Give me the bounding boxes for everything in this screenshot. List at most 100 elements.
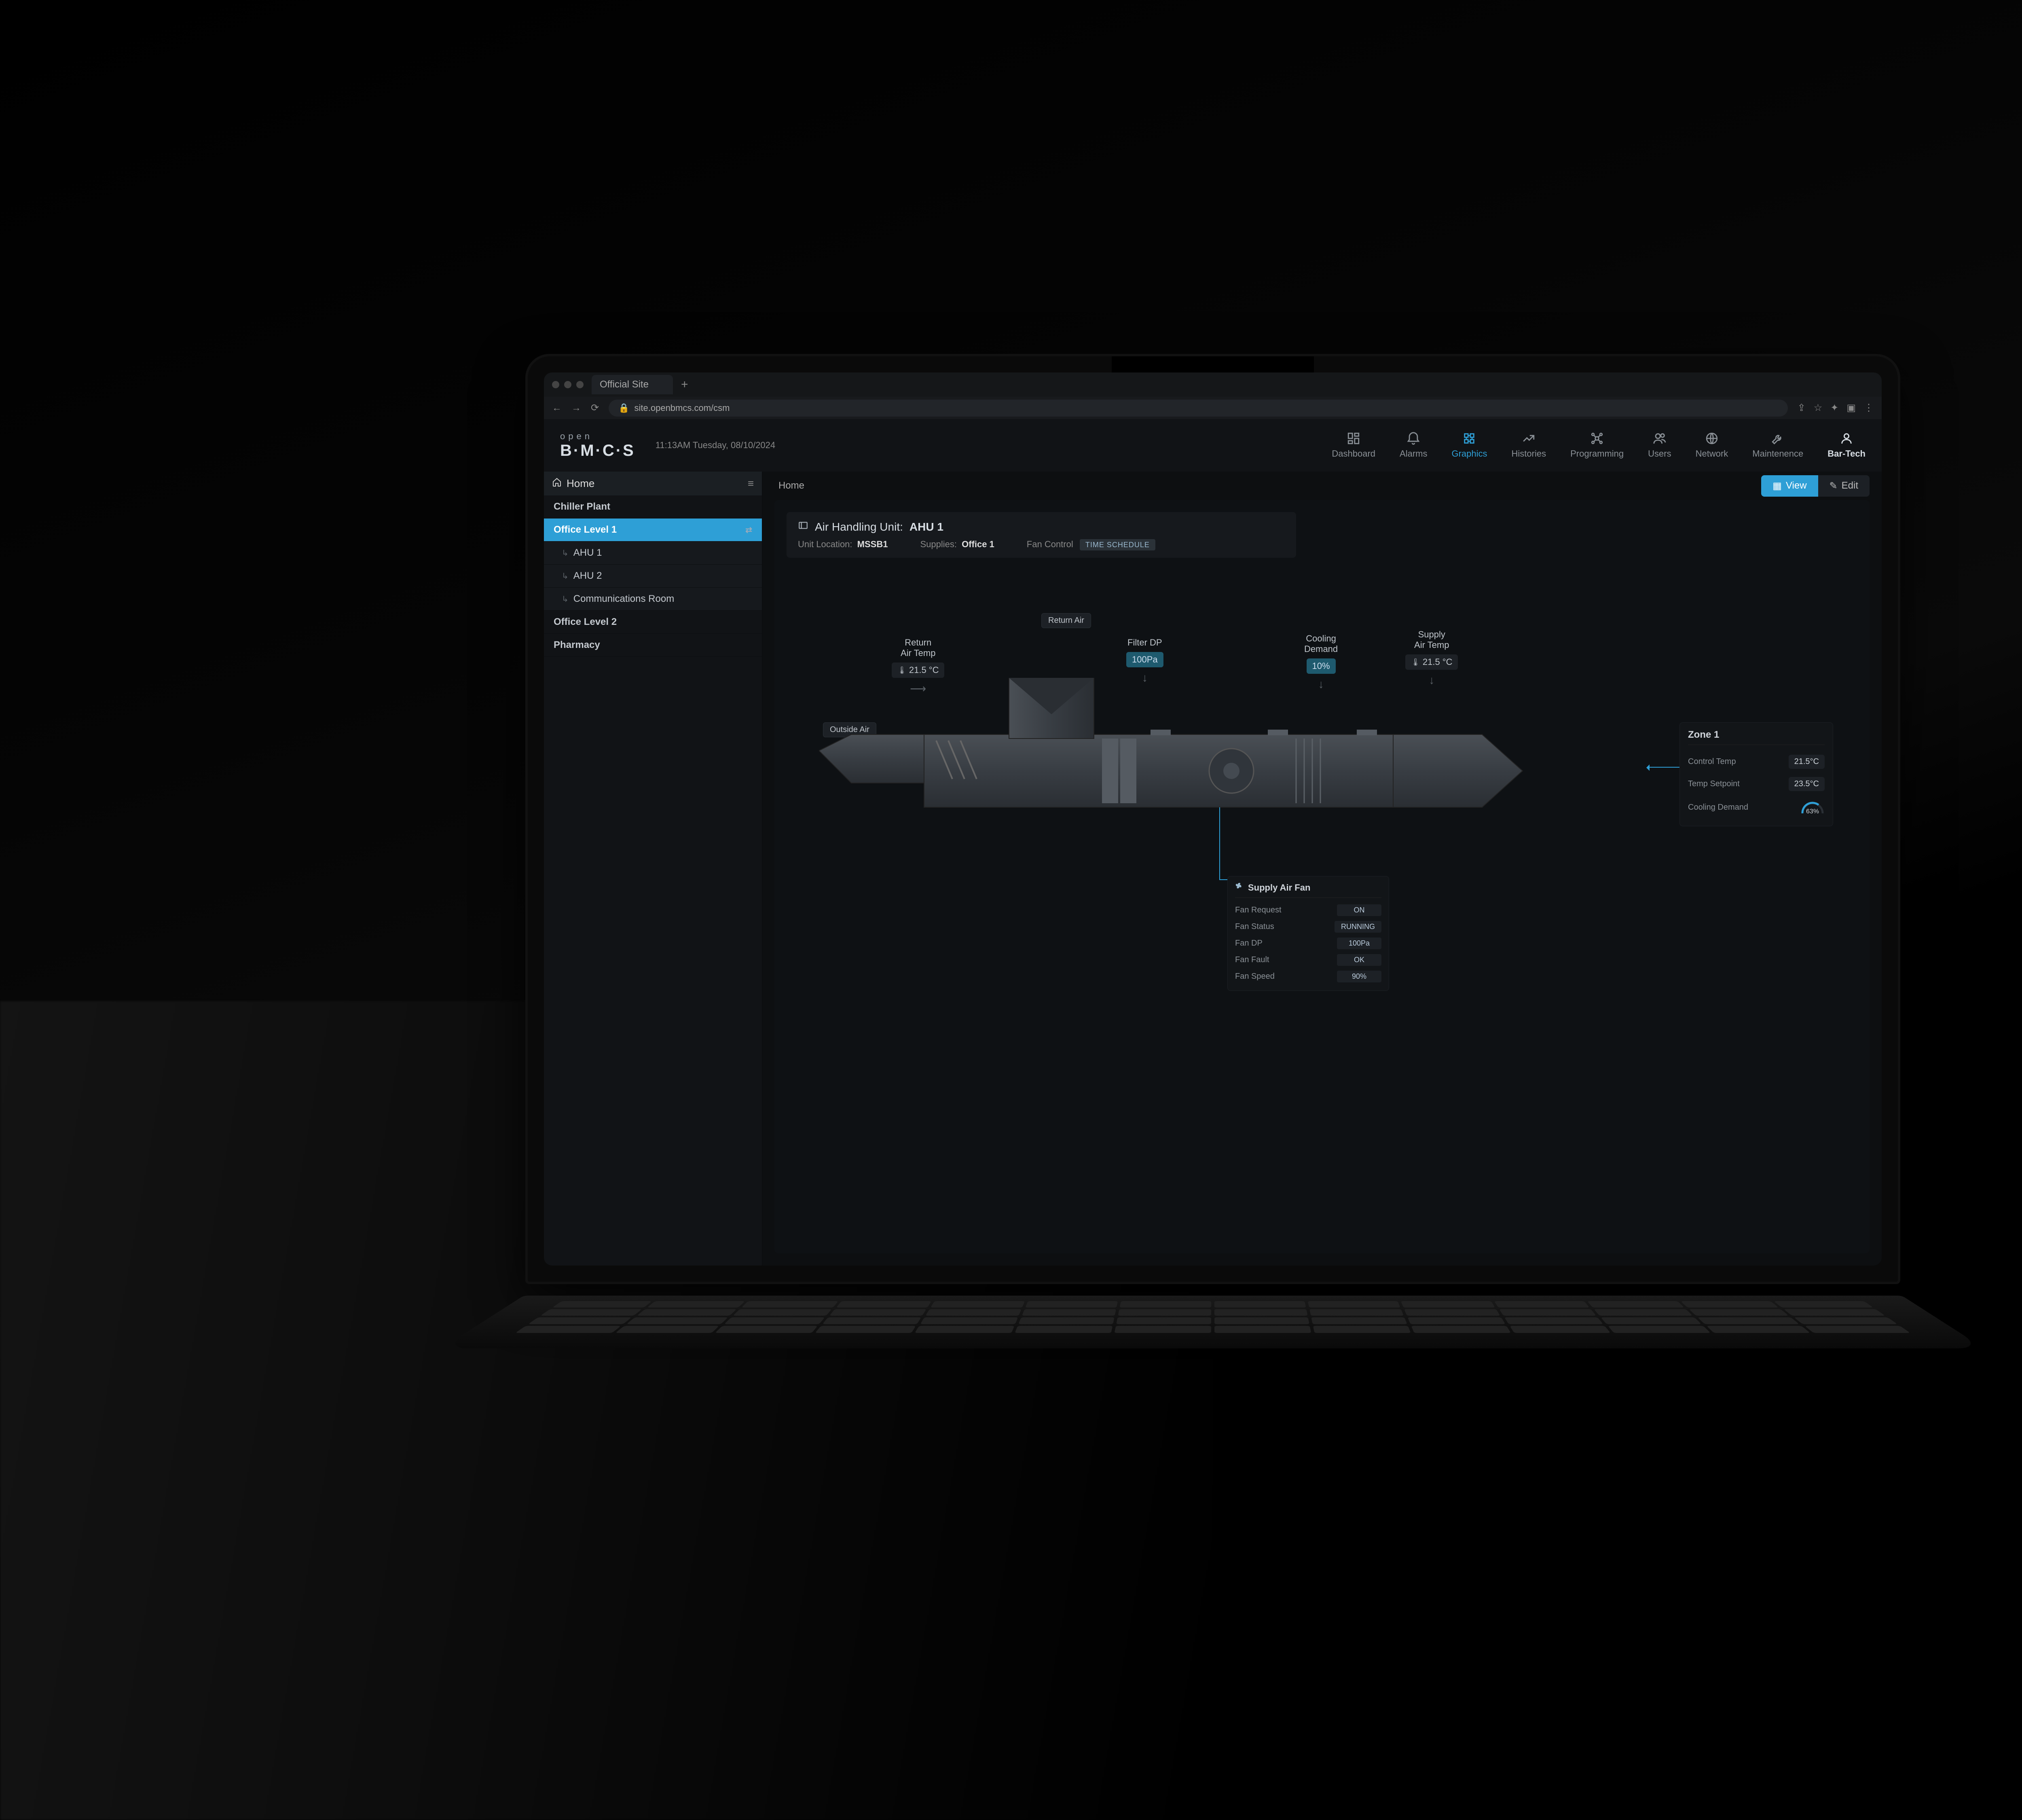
fan-icon bbox=[1235, 882, 1244, 893]
zone-demand-label: Cooling Demand bbox=[1688, 803, 1748, 812]
sidebar-item-ahu-2[interactable]: ↳AHU 2 bbox=[544, 565, 762, 588]
zone-value[interactable]: 21.5°C bbox=[1789, 755, 1825, 769]
fan-row-fan-fault: Fan FaultOK bbox=[1235, 952, 1381, 968]
cooling-demand-value[interactable]: 10% bbox=[1307, 658, 1336, 674]
unit-supplies-value: Office 1 bbox=[962, 539, 994, 549]
url-text: site.openbmcs.com/csm bbox=[635, 403, 730, 413]
fan-value[interactable]: ON bbox=[1337, 904, 1381, 916]
return-air-tag: Return Air bbox=[1041, 613, 1091, 628]
browser-toolbar: ← → ⟳ 🔒 site.openbmcs.com/csm ⇪ ☆ ✦ ▣ ⋮ bbox=[544, 397, 1882, 419]
extensions-icon[interactable]: ✦ bbox=[1830, 402, 1838, 414]
timestamp: 11:13AM Tuesday, 08/10/2024 bbox=[656, 440, 775, 451]
mode-toggle: ▦ View ✎ Edit bbox=[1761, 475, 1870, 497]
laptop-base bbox=[442, 1295, 1984, 1348]
zone-title: Zone 1 bbox=[1688, 729, 1825, 745]
grid-icon: ▦ bbox=[1772, 480, 1782, 492]
fan-row-fan-status: Fan StatusRUNNING bbox=[1235, 918, 1381, 935]
nav-network[interactable]: Network bbox=[1696, 432, 1728, 459]
zone-panel: Zone 1 Control Temp21.5°CTemp Setpoint23… bbox=[1679, 722, 1833, 826]
fan-value[interactable]: 90% bbox=[1337, 971, 1381, 982]
unit-header-card: Air Handling Unit: AHU 1 Unit Location: … bbox=[787, 512, 1296, 558]
fan-value[interactable]: 100Pa bbox=[1337, 938, 1381, 949]
sidebar-item-ahu-1[interactable]: ↳AHU 1 bbox=[544, 542, 762, 565]
nav-maintenence[interactable]: Maintenence bbox=[1752, 432, 1803, 459]
edit-label: Edit bbox=[1842, 480, 1858, 491]
unit-location-value: MSSB1 bbox=[857, 539, 888, 549]
nav-user[interactable]: Bar-Tech bbox=[1827, 432, 1865, 459]
hierarchy-icon: ↳ bbox=[562, 594, 569, 604]
lock-icon: 🔒 bbox=[618, 403, 629, 413]
fan-row-fan-speed: Fan Speed90% bbox=[1235, 968, 1381, 985]
edit-icon: ✎ bbox=[1830, 480, 1838, 492]
window-controls[interactable] bbox=[552, 381, 584, 388]
connector-line bbox=[1219, 807, 1235, 880]
laptop-mockup: Official Site + ← → ⟳ 🔒 site.openbmcs.co… bbox=[525, 354, 1900, 1365]
sidebar-item-chiller-plant[interactable]: Chiller Plant bbox=[544, 495, 762, 518]
new-tab-button[interactable]: + bbox=[681, 378, 688, 392]
fan-value[interactable]: OK bbox=[1337, 954, 1381, 966]
unit-supplies-label: Supplies: bbox=[920, 539, 957, 549]
nav-histories[interactable]: Histories bbox=[1512, 432, 1546, 459]
fan-control-label: Fan Control bbox=[1027, 539, 1073, 549]
brand-logo: open B·M·C·S bbox=[560, 431, 635, 460]
share-icon[interactable]: ⇪ bbox=[1798, 402, 1806, 414]
filter-dp-value[interactable]: 100Pa bbox=[1126, 652, 1163, 667]
cooling-demand-gauge[interactable]: 63% bbox=[1800, 799, 1825, 815]
sidebar-home[interactable]: Home ≡ bbox=[544, 472, 762, 495]
nav-alarms[interactable]: Alarms bbox=[1400, 432, 1427, 459]
sidebar-menu-icon[interactable]: ≡ bbox=[748, 477, 754, 490]
forward-button[interactable]: → bbox=[571, 402, 581, 414]
browser-tab-strip: Official Site + bbox=[544, 372, 1882, 397]
zone-value[interactable]: 23.5°C bbox=[1789, 777, 1825, 791]
zone-demand-value: 63% bbox=[1800, 808, 1825, 815]
logo-top: open bbox=[560, 431, 635, 442]
bookmark-icon[interactable]: ☆ bbox=[1814, 402, 1823, 414]
expand-icon: ⇄ bbox=[745, 525, 752, 535]
fan-row-fan-request: Fan RequestON bbox=[1235, 902, 1381, 918]
address-bar[interactable]: 🔒 site.openbmcs.com/csm bbox=[609, 400, 1787, 417]
cooling-demand-label: Cooling Demand bbox=[1304, 633, 1338, 654]
hierarchy-icon: ↳ bbox=[562, 548, 569, 558]
zone-row-control-temp: Control Temp21.5°C bbox=[1688, 751, 1825, 773]
fan-panel-title: Supply Air Fan bbox=[1248, 882, 1310, 893]
sidebar-item-office-level-1[interactable]: Office Level 1⇄ bbox=[544, 518, 762, 542]
supply-temp-value[interactable]: 21.5 °C bbox=[1405, 654, 1458, 670]
browser-tab[interactable]: Official Site bbox=[592, 375, 673, 394]
view-label: View bbox=[1786, 480, 1807, 491]
zone-connector bbox=[1647, 767, 1679, 768]
sidebar-item-pharmacy[interactable]: Pharmacy bbox=[544, 634, 762, 657]
logo-main: B·M·C·S bbox=[560, 442, 635, 460]
app-header: open B·M·C·S 11:13AM Tuesday, 08/10/2024… bbox=[544, 419, 1882, 472]
unit-location-label: Unit Location: bbox=[798, 539, 852, 549]
supply-temp-label: Supply Air Temp bbox=[1414, 629, 1449, 650]
nav-graphics[interactable]: Graphics bbox=[1451, 432, 1487, 459]
sidebar-home-label: Home bbox=[567, 477, 594, 490]
breadcrumb[interactable]: Home bbox=[778, 480, 804, 491]
zone-row-temp-setpoint: Temp Setpoint23.5°C bbox=[1688, 773, 1825, 795]
return-temp-label: Return Air Temp bbox=[901, 637, 935, 658]
sidebar-item-office-level-2[interactable]: Office Level 2 bbox=[544, 611, 762, 634]
fan-row-fan-dp: Fan DP100Pa bbox=[1235, 935, 1381, 952]
fan-control-value[interactable]: TIME SCHEDULE bbox=[1080, 539, 1155, 550]
nav-users[interactable]: Users bbox=[1648, 432, 1671, 459]
back-button[interactable]: ← bbox=[552, 402, 562, 414]
return-temp-value[interactable]: 21.5 °C bbox=[892, 662, 944, 678]
sidebar: Home ≡ Chiller PlantOffice Level 1⇄↳AHU … bbox=[544, 472, 762, 1266]
tabs-icon[interactable]: ▣ bbox=[1846, 402, 1856, 414]
home-icon bbox=[552, 477, 562, 490]
hierarchy-icon: ↳ bbox=[562, 571, 569, 581]
menu-icon[interactable]: ⋮ bbox=[1864, 402, 1874, 414]
unit-icon bbox=[798, 520, 808, 533]
unit-title-name: AHU 1 bbox=[909, 521, 943, 533]
unit-title-prefix: Air Handling Unit: bbox=[815, 521, 903, 533]
fan-value[interactable]: RUNNING bbox=[1335, 921, 1381, 933]
ahu-diagram bbox=[819, 678, 1531, 888]
view-mode-button[interactable]: ▦ View bbox=[1761, 475, 1818, 497]
sidebar-item-communications-room[interactable]: ↳Communications Room bbox=[544, 588, 762, 611]
reload-button[interactable]: ⟳ bbox=[591, 402, 599, 414]
graphics-canvas: Air Handling Unit: AHU 1 Unit Location: … bbox=[774, 500, 1870, 1253]
supply-fan-panel: Supply Air Fan Fan RequestONFan StatusRU… bbox=[1227, 876, 1389, 991]
nav-programming[interactable]: Programming bbox=[1570, 432, 1624, 459]
nav-dashboard[interactable]: Dashboard bbox=[1332, 432, 1375, 459]
edit-mode-button[interactable]: ✎ Edit bbox=[1818, 475, 1870, 497]
